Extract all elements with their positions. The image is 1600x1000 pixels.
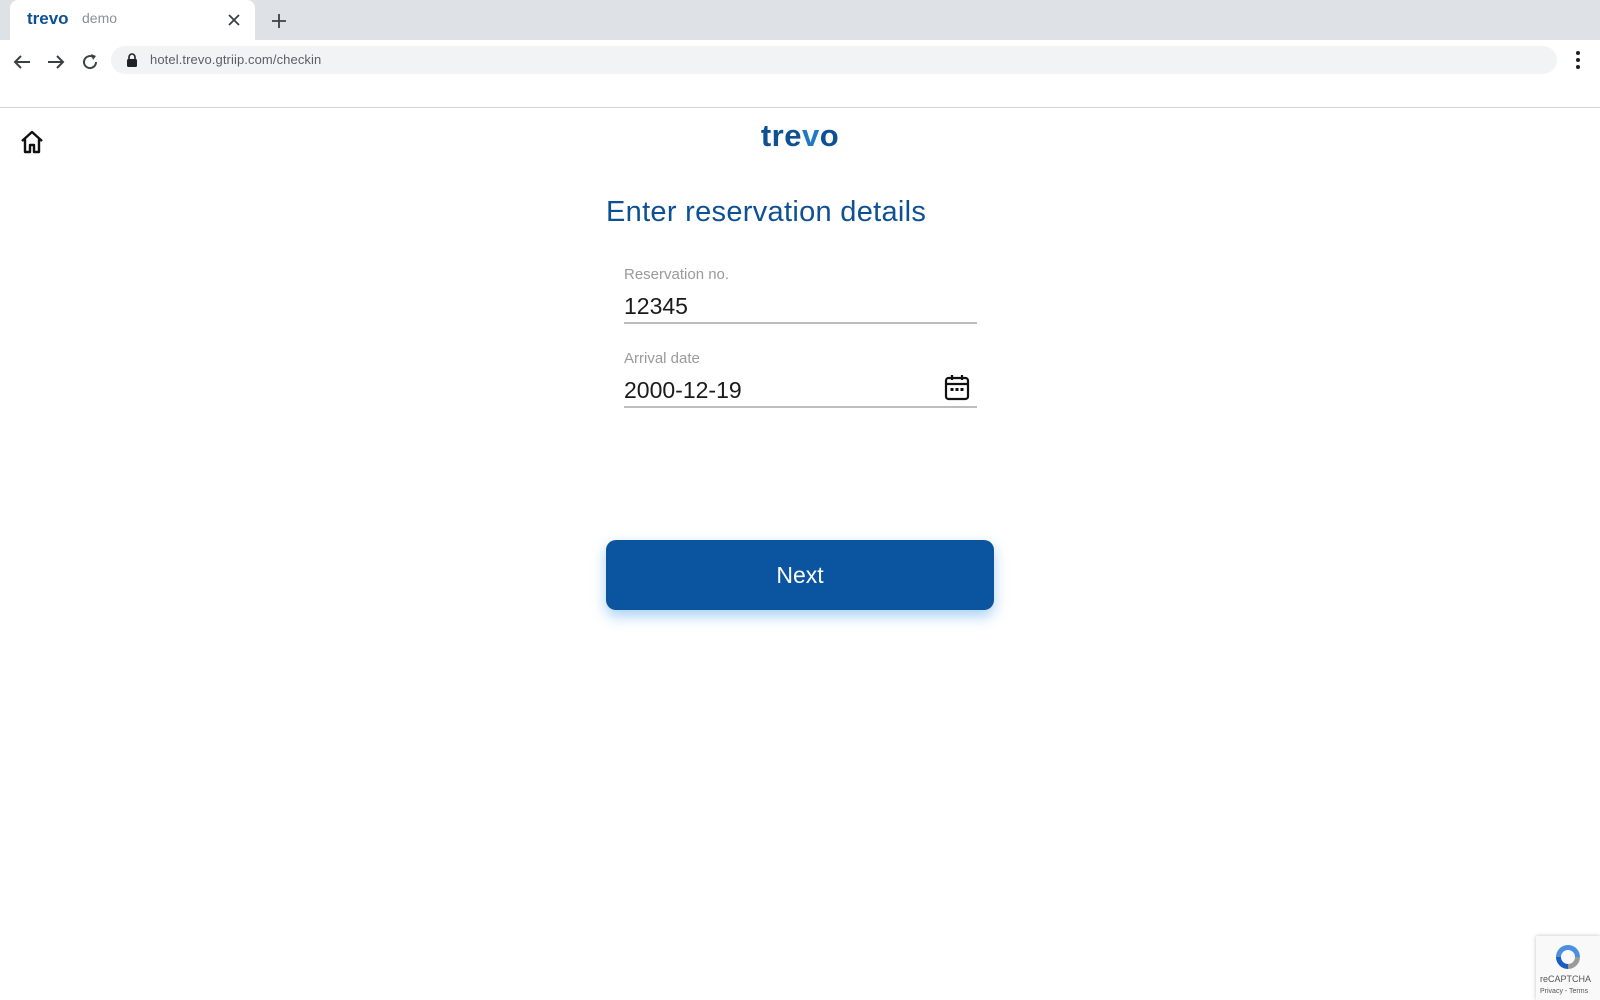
kebab-menu-icon[interactable]	[1568, 48, 1588, 72]
calendar-icon[interactable]	[944, 373, 970, 401]
back-arrow-icon[interactable]	[10, 50, 34, 74]
browser-tab[interactable]: trevo demo	[10, 0, 255, 40]
page-title: Enter reservation details	[606, 196, 927, 228]
tab-title: demo	[82, 10, 118, 26]
reload-icon[interactable]	[78, 50, 102, 74]
url-text: hotel.trevo.gtriip.com/checkin	[150, 52, 322, 67]
plus-icon[interactable]	[268, 10, 290, 32]
lock-icon	[127, 53, 137, 67]
recaptcha-icon	[1556, 945, 1580, 969]
address-bar[interactable]: hotel.trevo.gtriip.com/checkin	[111, 46, 1557, 74]
reservation-no-input[interactable]	[624, 290, 977, 324]
forward-arrow-icon[interactable]	[44, 50, 68, 74]
tab-favicon-logo: trevo	[27, 9, 69, 28]
recaptcha-label: reCAPTCHA	[1540, 974, 1592, 984]
browser-tab-strip: trevo demo	[0, 0, 1600, 40]
close-icon[interactable]	[225, 11, 243, 29]
browser-toolbar: hotel.trevo.gtriip.com/checkin	[0, 40, 1600, 108]
arrival-date-label: Arrival date	[624, 350, 700, 367]
next-button[interactable]: Next	[606, 540, 994, 610]
recaptcha-badge[interactable]: reCAPTCHA Privacy - Terms	[1536, 936, 1600, 1000]
reservation-no-label: Reservation no.	[624, 266, 730, 283]
brand-logo: trevo	[760, 118, 840, 153]
recaptcha-links[interactable]: Privacy - Terms	[1540, 988, 1588, 995]
arrival-date-input[interactable]	[624, 374, 977, 408]
